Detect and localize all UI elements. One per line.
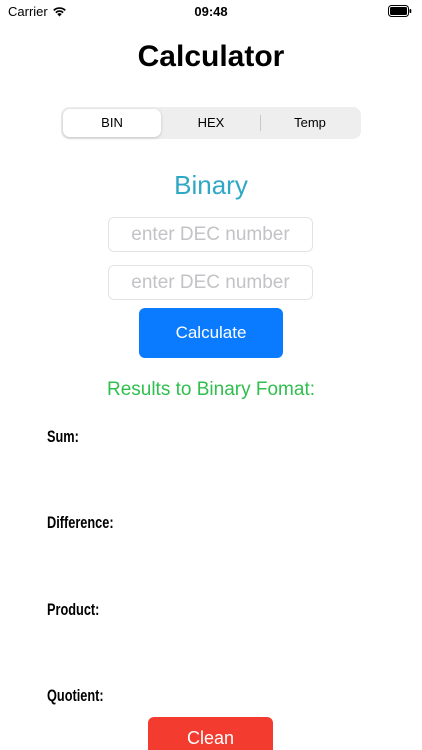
difference-label: Difference: [47,513,114,532]
quotient-label: Quotient: [47,686,104,705]
segment-bin[interactable]: BIN [63,109,161,137]
first-number-input[interactable] [108,217,313,252]
mode-segmented-control: BIN HEX Temp [61,107,361,139]
segment-temp[interactable]: Temp [261,109,359,137]
sum-label: Sum: [47,427,79,446]
calculate-button[interactable]: Calculate [139,308,283,358]
results-heading: Results to Binary Fomat: [106,379,316,400]
status-bar: Carrier 09:48 [0,0,422,24]
mode-subtitle: Binary [174,170,248,200]
page-title: Calculator [137,40,285,73]
second-number-input[interactable] [108,265,313,300]
product-label: Product: [47,600,100,619]
clean-button[interactable]: Clean [148,717,273,750]
battery-icon [388,5,412,17]
segment-hex[interactable]: HEX [162,109,260,137]
status-time: 09:48 [194,4,228,19]
